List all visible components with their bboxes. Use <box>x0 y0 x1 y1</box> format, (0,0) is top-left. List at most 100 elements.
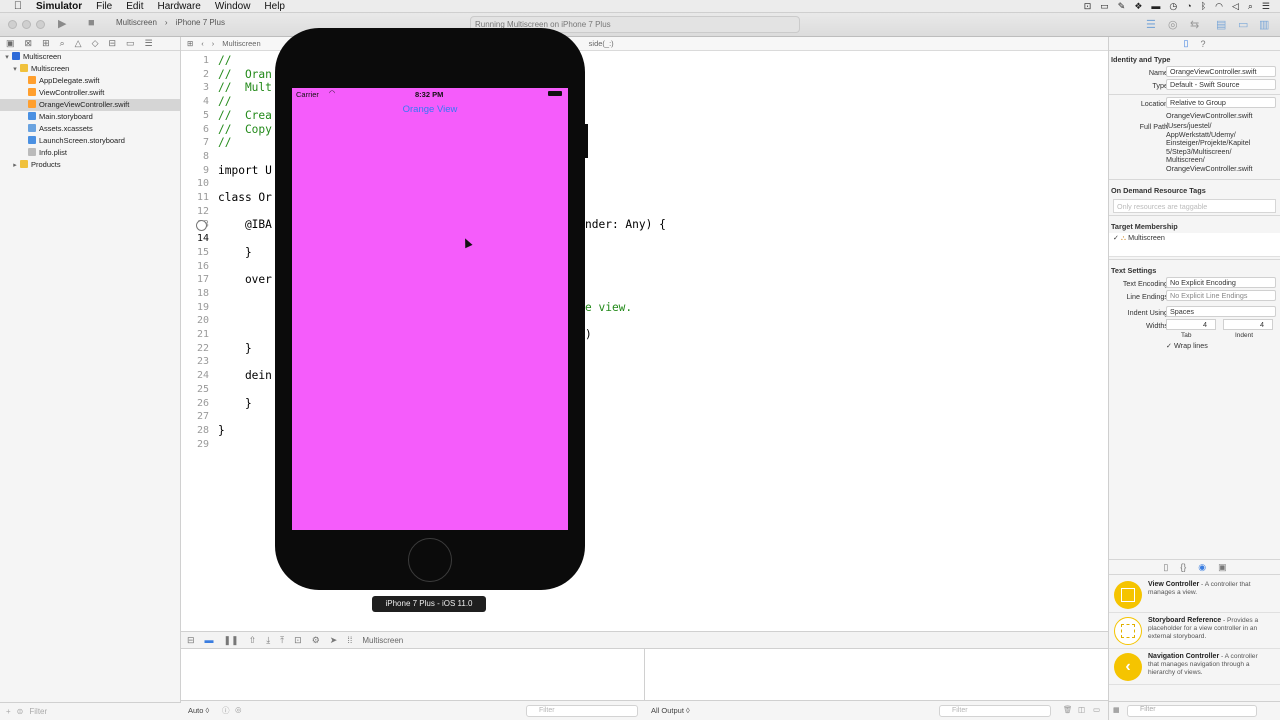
code-line[interactable]: dein <box>218 369 272 382</box>
code-line[interactable]: over <box>218 273 272 286</box>
navigator-row[interactable]: Assets.xcassets <box>0 123 180 135</box>
standard-editor-icon[interactable]: ☰ <box>1146 18 1156 31</box>
code-line[interactable]: // <box>218 95 231 108</box>
menu-help[interactable]: Help <box>257 1 292 12</box>
stop-icon[interactable]: ■ <box>88 17 95 29</box>
forward-icon[interactable]: › <box>212 39 215 48</box>
object-library-icon[interactable]: ◉ <box>1198 562 1206 573</box>
volume-icon[interactable]: ◁ <box>1232 1 1239 12</box>
library-item[interactable]: View Controller - A controller that mana… <box>1109 577 1280 613</box>
menu-hardware[interactable]: Hardware <box>150 1 207 12</box>
navigator-row[interactable]: ▸ Products <box>0 159 180 171</box>
toggle-debug-icon[interactable]: ▭ <box>1238 18 1248 31</box>
target-checkbox[interactable]: ✓ <box>1113 233 1119 242</box>
debug-tab-icon[interactable]: ⊟ <box>109 38 117 49</box>
list-icon[interactable]: ☰ <box>1262 1 1270 12</box>
zoom-window-button[interactable] <box>36 20 45 29</box>
navigator-filter-input[interactable]: Filter <box>29 707 47 716</box>
code-fragment[interactable]: nder: Any) { <box>585 218 666 231</box>
breakpoints-toggle-icon[interactable]: ▬ <box>205 635 214 645</box>
library-item[interactable]: ‹ Navigation Controller - A controller th… <box>1109 649 1280 685</box>
memory-graph-icon[interactable]: ⚙ <box>312 635 320 646</box>
navigator-row[interactable]: OrangeViewController.swift <box>0 99 180 111</box>
wrap-checkbox[interactable]: ✓ <box>1166 341 1172 350</box>
screen-record-icon[interactable]: ⊡ <box>1084 1 1092 12</box>
view-debugger-icon[interactable]: ⊡ <box>294 635 302 646</box>
single-view-icon[interactable]: ▭ <box>1093 705 1100 714</box>
back-icon[interactable]: ‹ <box>201 39 204 48</box>
quick-help-icon[interactable]: ? <box>1200 39 1205 49</box>
run-icon[interactable]: ▶ <box>58 17 66 30</box>
find-tab-icon[interactable]: ⌕ <box>60 38 65 49</box>
menu-window[interactable]: Window <box>208 1 258 12</box>
assistant-editor-icon[interactable]: ◎ <box>1168 18 1178 31</box>
library-filter-input[interactable]: Filter <box>1127 705 1257 717</box>
clock-icon[interactable]: ◔ <box>1186 1 1191 11</box>
navigator-row[interactable]: AppDelegate.swift <box>0 75 180 87</box>
code-line[interactable]: } <box>218 246 252 259</box>
simulator-screen[interactable]: Carrier ◠ 8:32 PM Orange View <box>292 88 568 530</box>
menu-file[interactable]: File <box>89 1 119 12</box>
dropbox-icon[interactable]: ❖ <box>1134 1 1142 12</box>
folder-tab-icon[interactable]: ▣ <box>6 38 15 49</box>
pause-icon[interactable]: ❚❚ <box>224 635 239 646</box>
code-line[interactable]: import U <box>218 164 272 177</box>
navigator-row[interactable]: LaunchScreen.storyboard <box>0 135 180 147</box>
code-line[interactable]: // Crea <box>218 109 272 122</box>
code-line[interactable]: // <box>218 136 231 149</box>
toggle-navigator-icon[interactable]: ▤ <box>1216 18 1226 31</box>
navigator-row[interactable]: ▾ Multiscreen <box>0 51 180 63</box>
code-fragment[interactable]: e view. <box>585 301 632 314</box>
library-item[interactable]: Storyboard Reference - Provides a placeh… <box>1109 613 1280 649</box>
code-line[interactable]: } <box>218 424 225 437</box>
encoding-select[interactable]: No Explicit Encoding <box>1166 277 1276 288</box>
console-filter-input[interactable]: Filter <box>939 705 1051 717</box>
indent-select[interactable]: Spaces <box>1166 306 1276 317</box>
output-selector[interactable]: All Output ◊ <box>651 706 690 715</box>
quick-look-icon[interactable]: ◎ <box>235 705 242 714</box>
bluetooth-icon[interactable]: ᛒ <box>1201 1 1206 11</box>
add-icon[interactable]: + <box>6 707 11 716</box>
code-fragment[interactable]: ) <box>585 328 592 341</box>
home-button[interactable] <box>408 538 452 582</box>
menu-app-name[interactable]: Simulator <box>36 1 89 12</box>
auto-selector[interactable]: Auto ◊ <box>188 706 209 715</box>
code-line[interactable]: // <box>218 54 231 67</box>
minimize-window-button[interactable] <box>22 20 31 29</box>
indent-width-field[interactable]: 4 <box>1223 319 1273 330</box>
apple-menu-icon[interactable]:  <box>0 0 36 12</box>
location-select[interactable]: Relative to Group <box>1166 97 1276 108</box>
grid-view-icon[interactable]: ▦ <box>1113 706 1120 714</box>
media-library-icon[interactable]: ▣ <box>1218 562 1227 573</box>
hide-debug-icon[interactable]: ⊟ <box>187 635 195 646</box>
code-line[interactable]: // Copy <box>218 123 272 136</box>
odr-tags-field[interactable]: Only resources are taggable <box>1113 199 1276 213</box>
version-editor-icon[interactable]: ⇆ <box>1190 18 1199 31</box>
code-line[interactable]: } <box>218 342 252 355</box>
battery-icon[interactable]: ▬ <box>1151 1 1160 11</box>
file-template-icon[interactable]: ▯ <box>1163 562 1168 573</box>
trash-icon[interactable]: 🗑 <box>1063 705 1073 714</box>
toggle-inspector-icon[interactable]: ▥ <box>1259 18 1269 31</box>
navigator-row[interactable]: ▾ Multiscreen <box>0 63 180 75</box>
code-line[interactable]: } <box>218 397 252 410</box>
code-line[interactable]: // Mult <box>218 81 272 94</box>
step-into-icon[interactable]: ⤓ <box>266 635 270 646</box>
disclosure-triangle-icon[interactable]: ▸ <box>10 160 20 172</box>
line-endings-select[interactable]: No Explicit Line Endings <box>1166 290 1276 301</box>
type-select[interactable]: Default - Swift Source <box>1166 79 1276 90</box>
breakpoint-tab-icon[interactable]: ▭ <box>126 38 135 49</box>
source-control-tab-icon[interactable]: ⊠ <box>25 38 33 49</box>
location-icon[interactable]: ➤ <box>330 635 338 646</box>
report-tab-icon[interactable]: ☰ <box>145 38 153 49</box>
issue-tab-icon[interactable]: △ <box>75 38 82 49</box>
test-tab-icon[interactable]: ◇ <box>92 38 99 49</box>
code-line[interactable]: class Or <box>218 191 272 204</box>
navigator-row[interactable]: ViewController.swift <box>0 87 180 99</box>
name-field[interactable]: OrangeViewController.swift <box>1166 66 1276 77</box>
power-button[interactable] <box>585 124 588 158</box>
step-over-icon[interactable]: ⇧ <box>249 635 257 646</box>
navigator-row[interactable]: Info.plist <box>0 147 180 159</box>
variables-filter-input[interactable]: Filter <box>526 705 638 717</box>
menu-edit[interactable]: Edit <box>119 1 150 12</box>
